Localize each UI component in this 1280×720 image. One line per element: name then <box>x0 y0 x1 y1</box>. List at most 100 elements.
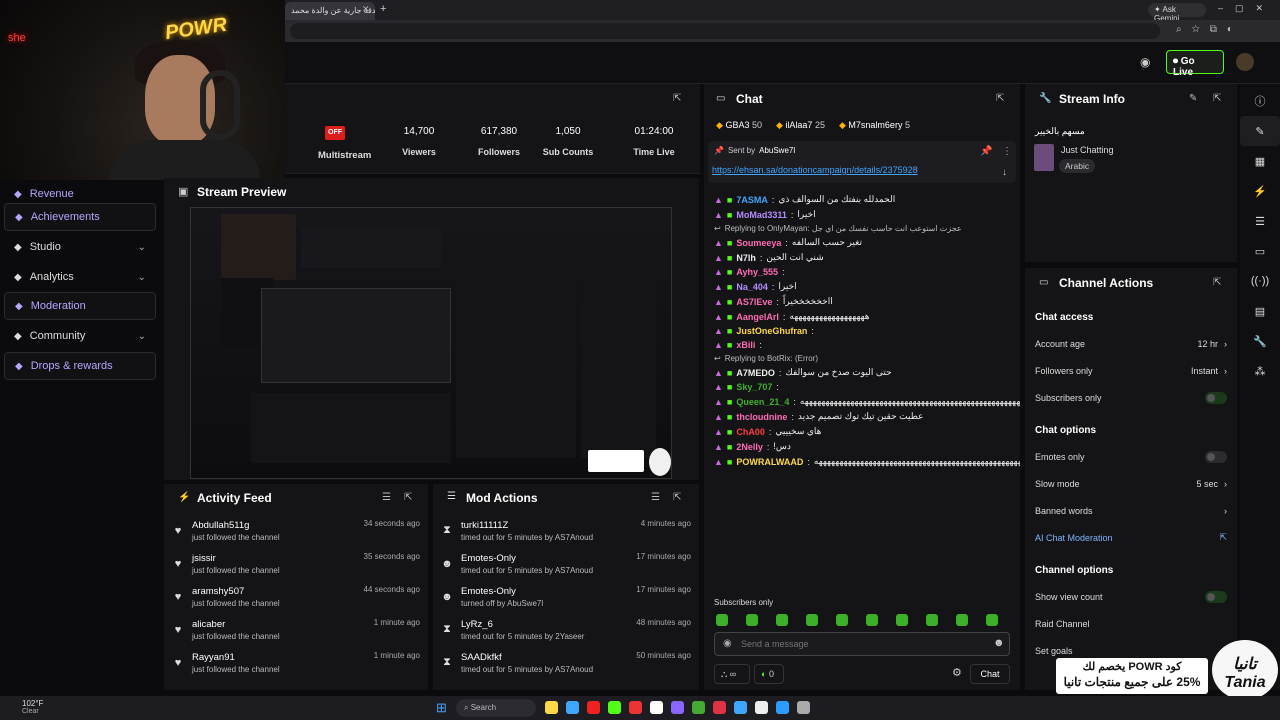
taskbar-app-icon[interactable] <box>713 701 726 714</box>
taskbar-app-icon[interactable] <box>629 701 642 714</box>
subscribers-only-toggle[interactable] <box>1205 391 1227 404</box>
chat-message[interactable]: ▲ ■ Queen_21_4: ههههههههههههههههههههههههههه… <box>704 394 1020 409</box>
emote-icon[interactable] <box>716 614 728 626</box>
chat-username[interactable]: xBili <box>736 340 755 350</box>
mod-action-target[interactable]: turki11111Z <box>461 520 593 531</box>
chat-message[interactable]: ▲ ■ A7MEDO: حتى اليوت صدخ من سوالفك <box>704 365 1020 380</box>
gifter-badge[interactable]: ◆ GBA3 50 <box>716 120 762 131</box>
sidebar-item[interactable]: ◆ Moderation <box>4 292 156 320</box>
link-icon[interactable]: ⛬ ∞ <box>714 664 750 684</box>
chat-message[interactable]: ▲ ■ AS7lEve: ااخخخخخخيراً <box>704 294 1020 309</box>
chat-username[interactable]: MoMad3311 <box>736 210 787 220</box>
layers-icon[interactable]: ▤ <box>1240 296 1280 326</box>
emote-icon[interactable] <box>746 614 758 626</box>
list-item[interactable]: ♥ Rayyan91 just followed the channel 1 minu… <box>164 646 428 679</box>
taskbar-search[interactable]: ⌕ Search <box>456 699 536 717</box>
mod-action-target[interactable]: Emotes-Only <box>461 586 543 597</box>
broadcast-icon[interactable]: ((·)) <box>1240 266 1280 296</box>
chat-input-box[interactable]: ◉ ☻ <box>714 632 1010 656</box>
banned-words-row[interactable]: Banned words › <box>1025 497 1237 524</box>
follower-name[interactable]: Rayyan91 <box>192 652 280 663</box>
sidebar-item[interactable]: ◆ Achievements <box>4 203 156 231</box>
list-item[interactable]: ⧗ LyRz_6 timed out for 5 minutes by 2Yasee… <box>433 613 699 646</box>
list-item[interactable]: ⧗ SAADkfkf timed out for 5 minutes by AS7A… <box>433 646 699 679</box>
popout-icon[interactable]: ⇱ <box>1213 277 1221 288</box>
list-item[interactable]: ⧗ turki11111Z timed out for 5 minutes by A… <box>433 514 699 547</box>
subscribers-only-row[interactable]: Subscribers only <box>1025 384 1237 411</box>
list-item[interactable]: ☻ Emotes-Only timed out for 5 minutes by A… <box>433 547 699 580</box>
info-icon[interactable]: ⓘ <box>1240 86 1280 116</box>
slow-mode-row[interactable]: Slow mode 5 sec › <box>1025 470 1237 497</box>
taskbar-app-icon[interactable] <box>776 701 789 714</box>
chat-message[interactable]: ▲ ■ MoMad3311: اخيرا <box>704 207 1020 222</box>
chat-message[interactable]: ▲ ■ Soumeeya: تغير حسب السالفه <box>704 235 1020 250</box>
mod-action-target[interactable]: SAADkfkf <box>461 652 593 663</box>
emote-icon[interactable] <box>896 614 908 626</box>
chat-message[interactable]: ▲ ■ 7ASMA: الحمدلله بنفتك من السوالف ذي <box>704 192 1020 207</box>
taskbar-app-icon[interactable] <box>734 701 747 714</box>
taskbar-app-icon[interactable] <box>671 701 684 714</box>
close-tab-icon[interactable]: ✕ <box>362 4 370 15</box>
list-item[interactable]: ♥ aramshy507 just followed the channel 44 s… <box>164 580 428 613</box>
raid-channel-row[interactable]: Raid Channel <box>1025 610 1237 637</box>
mod-action-target[interactable]: Emotes-Only <box>461 553 593 564</box>
chat-username[interactable]: 7ASMA <box>736 195 768 205</box>
list-item[interactable]: ♥ jsissir just followed the channel 35 seco… <box>164 547 428 580</box>
chat-username[interactable]: ChA00 <box>736 427 765 437</box>
emotes-only-row[interactable]: Emotes only <box>1025 443 1237 470</box>
chat-username[interactable]: AS7lEve <box>736 297 772 307</box>
dashboard-icon[interactable]: ▦ <box>1240 146 1280 176</box>
chat-username[interactable]: Sky_707 <box>736 382 772 392</box>
follower-name[interactable]: alicaber <box>192 619 280 630</box>
emote-bar[interactable] <box>716 614 998 626</box>
multistream-status-badge[interactable]: OFF <box>325 126 345 140</box>
chat-username[interactable]: thcloudnine <box>736 412 787 422</box>
stream-category[interactable]: Just Chatting <box>1061 145 1114 155</box>
emote-picker-icon[interactable]: ◉ <box>723 638 732 649</box>
chat-icon[interactable]: ▭ <box>1240 236 1280 266</box>
chat-username[interactable]: N7lh <box>736 253 756 263</box>
new-tab-icon[interactable]: + <box>380 3 386 15</box>
taskbar-app-icon[interactable] <box>650 701 663 714</box>
points-button[interactable]: ◐ 0 <box>754 664 784 684</box>
gifter-badge[interactable]: ◆ ilAlaa7 25 <box>776 120 825 131</box>
browser-toolbar-icons[interactable]: ⌕☆⧉◐ <box>1176 24 1243 35</box>
chat-message[interactable]: ▲ ■ JustOneGhufran: <box>704 324 1020 338</box>
nodes-icon[interactable]: ⁂ <box>1240 356 1280 386</box>
go-live-button[interactable]: ⏺ Go Live <box>1166 50 1224 78</box>
emotes-only-toggle[interactable] <box>1205 450 1227 463</box>
url-input[interactable] <box>290 23 1160 39</box>
unpin-icon[interactable]: 📌 <box>980 146 992 157</box>
popout-icon[interactable]: ⇱ <box>996 93 1004 104</box>
followers-only-row[interactable]: Followers only Instant › <box>1025 357 1237 384</box>
chat-message[interactable]: ▲ ■ xBili: <box>704 338 1020 352</box>
popout-icon[interactable]: ⇱ <box>673 492 681 503</box>
chat-input[interactable] <box>741 636 981 652</box>
list-icon[interactable]: ☰ <box>1240 206 1280 236</box>
chat-username[interactable]: JustOneGhufran <box>736 326 807 336</box>
stream-preview-video[interactable] <box>190 207 672 479</box>
mod-action-target[interactable]: LyRz_6 <box>461 619 584 630</box>
emote-icon[interactable] <box>806 614 818 626</box>
pinned-message[interactable]: 📌 Sent by AbuSwe7l https://ehsan.sa/dona… <box>708 141 1016 183</box>
popout-icon[interactable]: ⇱ <box>673 93 681 104</box>
chat-message[interactable]: ▲ ■ POWRALWAAD: ههههههههههههههههههههههههههه… <box>704 454 1020 469</box>
chat-username[interactable]: AangelArl <box>736 312 779 322</box>
popout-icon[interactable]: ⇱ <box>1213 93 1221 104</box>
list-item[interactable]: ♥ Abdullah511g just followed the channel 34… <box>164 514 428 547</box>
send-chat-button[interactable]: Chat <box>970 664 1010 684</box>
emote-icon[interactable] <box>956 614 968 626</box>
chat-username[interactable]: Queen_21_4 <box>736 397 789 407</box>
ask-gemini-button[interactable]: ✦ Ask Gemini <box>1148 3 1206 23</box>
emote-icon[interactable] <box>836 614 848 626</box>
show-view-count-toggle[interactable] <box>1205 590 1227 603</box>
sidebar-item[interactable]: ◆ Analytics ⌄ <box>4 263 156 291</box>
chat-username[interactable]: A7MEDO <box>736 368 775 378</box>
emoji-icon[interactable]: ☻ <box>993 637 1005 649</box>
edit-icon[interactable]: ✎ <box>1240 116 1280 146</box>
taskbar-app-icon[interactable] <box>755 701 768 714</box>
chat-username[interactable]: POWRALWAAD <box>736 457 803 467</box>
sidebar-item[interactable]: ◆ Studio ⌄ <box>4 233 156 261</box>
chat-username[interactable]: Ayhy_555 <box>736 267 778 277</box>
ai-moderation-row[interactable]: AI Chat Moderation ⇱ <box>1025 524 1237 551</box>
